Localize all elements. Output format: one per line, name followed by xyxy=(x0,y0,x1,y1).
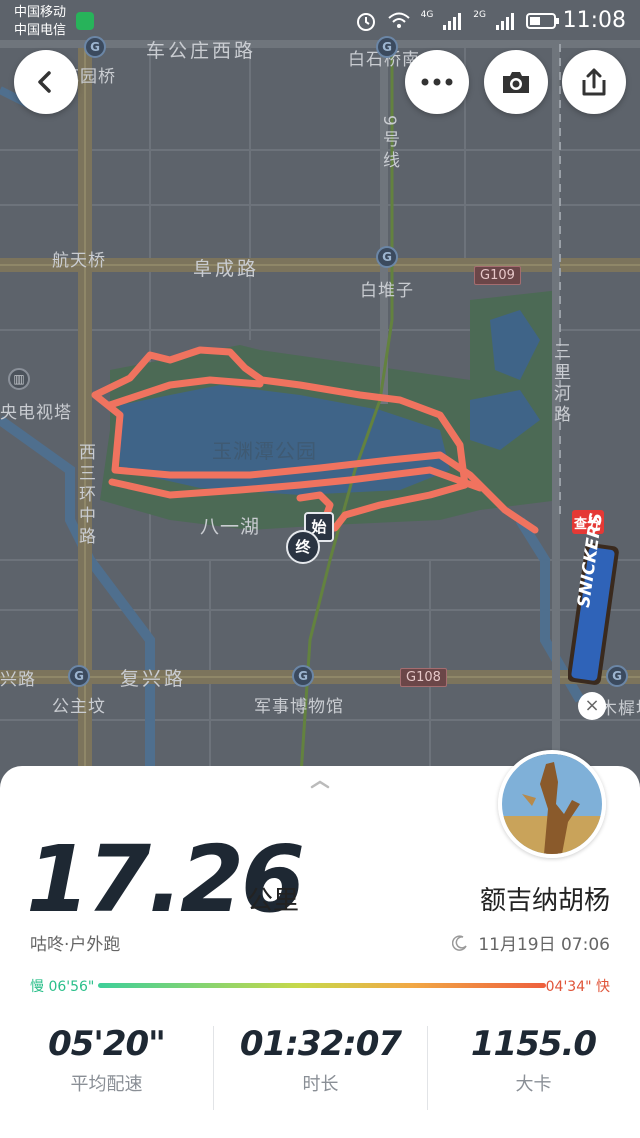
share-button[interactable] xyxy=(562,50,626,114)
moon-icon xyxy=(452,934,468,951)
run-datetime: 11月19日 07:06 xyxy=(452,930,610,955)
map-canvas xyxy=(0,40,640,790)
route-map[interactable]: 车公庄西路 花园桥 白石桥南 9号线 航天桥 阜成路 白堆子 央电视塔 三里河路… xyxy=(0,0,640,790)
back-button[interactable] xyxy=(14,50,78,114)
highway-shield-g108: G108 xyxy=(400,668,447,687)
activity-type: 咕咚·户外跑 xyxy=(30,935,121,955)
status-time: 11:08 xyxy=(562,8,626,33)
road-label-fucheng: 阜成路 xyxy=(193,258,260,280)
route-end-marker[interactable]: 终 xyxy=(286,530,320,564)
poi-label-cctv-tower: 央电视塔 xyxy=(0,403,72,423)
more-dots-icon xyxy=(421,78,453,86)
metro-station-icon: G xyxy=(68,665,90,687)
distance-unit: 公里 xyxy=(247,886,300,916)
stat-label: 时长 xyxy=(302,1074,339,1095)
station-label-military-museum: 军事博物馆 xyxy=(254,697,344,717)
stat-avg-pace: 05'20" 平均配速 xyxy=(0,1024,213,1096)
app-notification-icon xyxy=(76,12,94,30)
battery-icon xyxy=(526,13,559,29)
wifi-icon xyxy=(387,12,410,28)
road-label-west-3rd-ring: 西三环中路 xyxy=(75,443,95,548)
stat-value: 01:32:07 xyxy=(239,1024,402,1064)
highway-shield-g109: G109 xyxy=(474,266,521,285)
stat-label: 平均配速 xyxy=(70,1074,143,1095)
metro-station-icon: G xyxy=(292,665,314,687)
username[interactable]: 额吉纳胡杨 xyxy=(480,880,610,917)
station-label-baiduizi: 白堆子 xyxy=(360,281,414,301)
road-label-fuxing-left: 兴路 xyxy=(0,670,36,690)
avatar-image xyxy=(502,754,602,854)
share-icon xyxy=(582,68,606,96)
camera-icon xyxy=(503,72,529,93)
pace-fast-label: 04'34" 快 xyxy=(545,979,610,995)
alarm-icon xyxy=(356,13,375,31)
carrier-1: 中国移动 xyxy=(14,5,67,20)
stat-duration: 01:32:07 时长 xyxy=(214,1024,427,1096)
snickers-ad[interactable]: 查分 SNICKERS xyxy=(568,510,620,690)
network-type-2: 2G xyxy=(473,10,486,20)
pace-gradient-bar xyxy=(98,983,546,988)
stat-value: 1155.0 xyxy=(470,1024,597,1064)
metro-station-icon: G xyxy=(376,246,398,268)
metro-line-label: 9号线 xyxy=(379,115,399,172)
avatar[interactable] xyxy=(498,750,606,858)
lake-label-bayi: 八一湖 xyxy=(200,516,261,538)
signal-icon xyxy=(443,13,462,30)
tower-poi-icon: ▥ xyxy=(8,368,30,390)
network-type-1: 4G xyxy=(420,10,434,20)
ad-close-button[interactable]: × xyxy=(578,692,606,720)
more-button[interactable] xyxy=(405,50,469,114)
camera-button[interactable] xyxy=(484,50,548,114)
road-label-fuxing: 复兴路 xyxy=(120,668,187,690)
carrier-2: 中国电信 xyxy=(14,23,67,38)
road-label-sanlihe: 三里河路 xyxy=(550,342,570,426)
back-arrow-icon xyxy=(38,71,51,93)
run-datetime-text: 11月19日 07:06 xyxy=(478,935,610,955)
status-icons: 4G 2G xyxy=(355,10,560,32)
status-bar: 中国移动 中国电信 4G 2G 11:08 xyxy=(0,0,640,44)
park-label-yuyuantan: 玉渊潭公园 xyxy=(212,439,317,463)
stat-label: 大卡 xyxy=(515,1074,552,1095)
close-icon: × xyxy=(584,695,600,716)
chevron-up-icon[interactable] xyxy=(308,778,332,790)
pace-slow-label: 慢 06'56" xyxy=(30,979,95,995)
stat-calories: 1155.0 大卡 xyxy=(427,1024,640,1096)
station-label-muxidi: 木樨地 xyxy=(600,699,640,719)
bridge-label-hangtian: 航天桥 xyxy=(52,251,106,271)
stat-value: 05'20" xyxy=(48,1024,166,1064)
station-label-gongzhufen: 公主坟 xyxy=(52,697,106,717)
signal-icon-2 xyxy=(496,13,514,30)
